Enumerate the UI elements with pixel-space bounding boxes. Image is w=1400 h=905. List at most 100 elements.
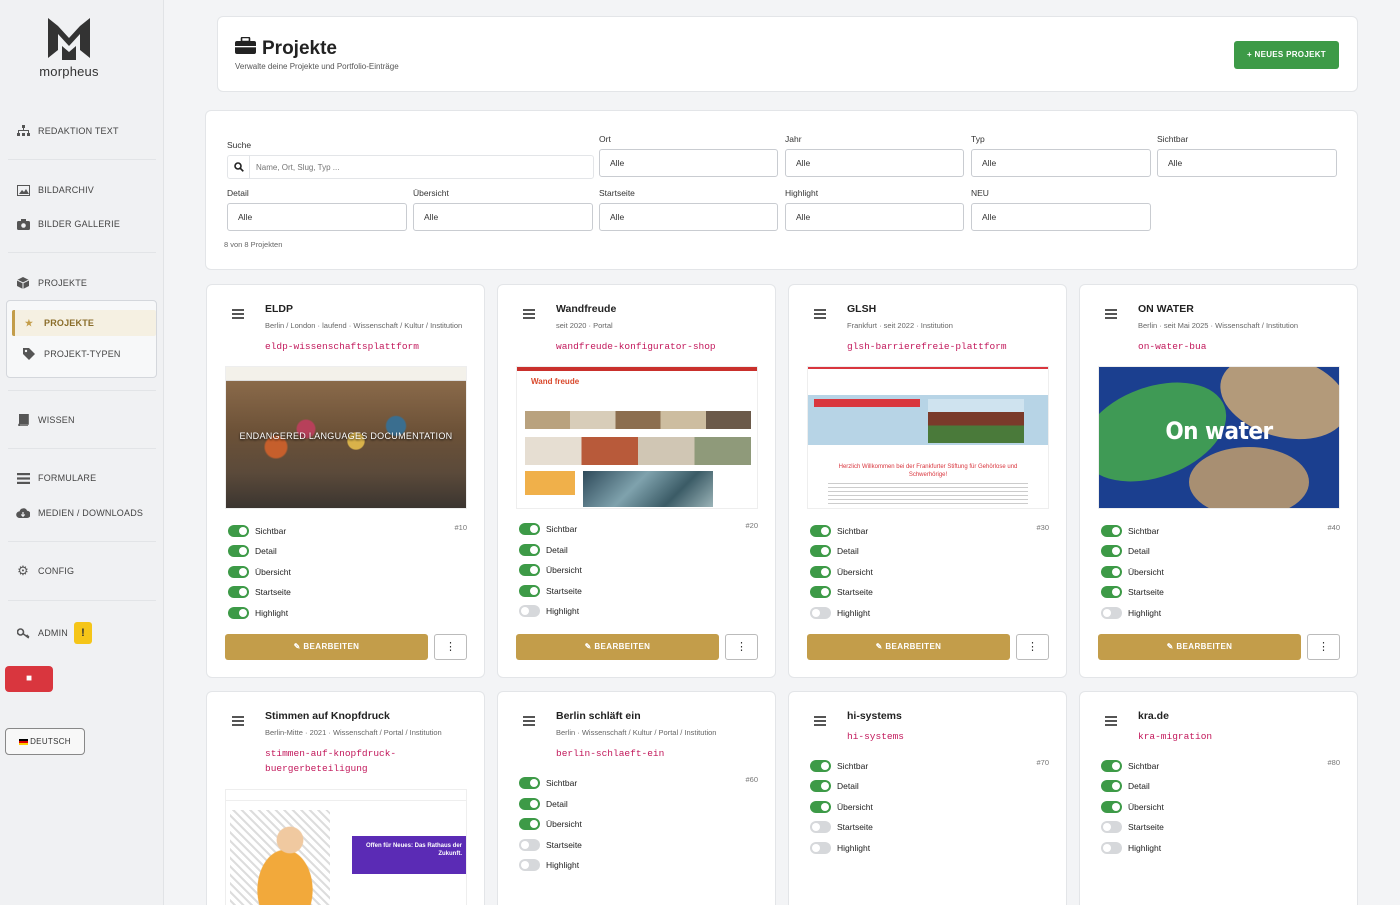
search-input[interactable] bbox=[256, 159, 556, 175]
toggle-switch[interactable] bbox=[519, 564, 540, 576]
toggle-switch[interactable] bbox=[1101, 566, 1122, 578]
drag-handle-icon[interactable] bbox=[1105, 309, 1117, 319]
toggle-switch[interactable] bbox=[1101, 842, 1122, 854]
toggle-switch[interactable] bbox=[519, 839, 540, 851]
drag-handle-icon[interactable] bbox=[814, 309, 826, 319]
drag-handle-icon[interactable] bbox=[523, 309, 535, 319]
toggle-switch[interactable] bbox=[519, 585, 540, 597]
toggle-switch[interactable] bbox=[810, 607, 831, 619]
toggle-detail[interactable]: Detail bbox=[519, 797, 568, 811]
project-thumbnail[interactable]: Wand freude bbox=[516, 366, 758, 509]
project-thumbnail[interactable]: Herzlich Willkommen bei der Frankfurter … bbox=[807, 366, 1049, 509]
edit-button[interactable]: ✎ BEARBEITEN bbox=[516, 634, 719, 660]
nav-bilder-gallerie[interactable]: BILDER GALLERIE bbox=[16, 214, 120, 234]
drag-handle-icon[interactable] bbox=[814, 716, 826, 726]
filter-startseite-select[interactable]: Alle bbox=[599, 203, 778, 231]
toggle-uebersicht[interactable]: Übersicht bbox=[1101, 800, 1164, 814]
edit-button[interactable]: ✎ BEARBEITEN bbox=[807, 634, 1010, 660]
drag-handle-icon[interactable] bbox=[232, 716, 244, 726]
toggle-uebersicht[interactable]: Übersicht bbox=[810, 565, 873, 579]
more-options-button[interactable]: ⋮ bbox=[725, 634, 758, 660]
toggle-switch[interactable] bbox=[1101, 801, 1122, 813]
toggle-sichtbar[interactable]: Sichtbar bbox=[519, 776, 577, 790]
toggle-switch[interactable] bbox=[810, 801, 831, 813]
filter-uebersicht-select[interactable]: Alle bbox=[413, 203, 593, 231]
toggle-highlight[interactable]: Highlight bbox=[519, 604, 579, 618]
project-thumbnail[interactable]: On water bbox=[1098, 366, 1340, 509]
toggle-uebersicht[interactable]: Übersicht bbox=[228, 565, 291, 579]
toggle-switch[interactable] bbox=[228, 586, 249, 598]
nav-projekte-group[interactable]: PROJEKTE bbox=[16, 273, 87, 293]
drag-handle-icon[interactable] bbox=[232, 309, 244, 319]
toggle-highlight[interactable]: Highlight bbox=[810, 606, 870, 620]
language-button[interactable]: DEUTSCH bbox=[5, 728, 85, 755]
nav-admin[interactable]: ADMIN bbox=[16, 623, 68, 643]
filter-detail-select[interactable]: Alle bbox=[227, 203, 407, 231]
toggle-highlight[interactable]: Highlight bbox=[228, 606, 288, 620]
toggle-switch[interactable] bbox=[519, 605, 540, 617]
brand-logo[interactable]: morpheus bbox=[38, 16, 100, 79]
toggle-highlight[interactable]: Highlight bbox=[1101, 606, 1161, 620]
logout-button[interactable]: ■ bbox=[5, 666, 53, 692]
drag-handle-icon[interactable] bbox=[523, 716, 535, 726]
more-options-button[interactable]: ⋮ bbox=[434, 634, 467, 660]
edit-button[interactable]: ✎ BEARBEITEN bbox=[1098, 634, 1301, 660]
nav-medien-downloads[interactable]: MEDIEN / DOWNLOADS bbox=[16, 503, 143, 523]
toggle-switch[interactable] bbox=[519, 818, 540, 830]
toggle-switch[interactable] bbox=[810, 842, 831, 854]
nav-bildarchiv[interactable]: BILDARCHIV bbox=[16, 180, 94, 200]
toggle-uebersicht[interactable]: Übersicht bbox=[1101, 565, 1164, 579]
filter-ort-select[interactable]: Alle bbox=[599, 149, 778, 177]
toggle-startseite[interactable]: Startseite bbox=[1101, 820, 1164, 834]
toggle-sichtbar[interactable]: Sichtbar bbox=[810, 759, 868, 773]
nav-formulare[interactable]: FORMULARE bbox=[16, 468, 96, 488]
nav-config[interactable]: ⚙ CONFIG bbox=[16, 561, 74, 581]
filter-highlight-select[interactable]: Alle bbox=[785, 203, 964, 231]
toggle-switch[interactable] bbox=[519, 523, 540, 535]
project-thumbnail[interactable]: ENDANGERED LANGUAGES DOCUMENTATION bbox=[225, 366, 467, 509]
toggle-switch[interactable] bbox=[519, 798, 540, 810]
more-options-button[interactable]: ⋮ bbox=[1016, 634, 1049, 660]
filter-typ-select[interactable]: Alle bbox=[971, 149, 1151, 177]
filter-neu-select[interactable]: Alle bbox=[971, 203, 1151, 231]
toggle-switch[interactable] bbox=[519, 777, 540, 789]
toggle-detail[interactable]: Detail bbox=[1101, 544, 1150, 558]
toggle-switch[interactable] bbox=[810, 525, 831, 537]
toggle-uebersicht[interactable]: Übersicht bbox=[810, 800, 873, 814]
toggle-switch[interactable] bbox=[810, 821, 831, 833]
toggle-switch[interactable] bbox=[1101, 525, 1122, 537]
nav-projekte[interactable]: ★ PROJEKTE bbox=[22, 313, 94, 333]
toggle-switch[interactable] bbox=[519, 859, 540, 871]
toggle-detail[interactable]: Detail bbox=[519, 543, 568, 557]
toggle-switch[interactable] bbox=[228, 545, 249, 557]
new-project-button[interactable]: + NEUES PROJEKT bbox=[1234, 41, 1339, 69]
toggle-sichtbar[interactable]: Sichtbar bbox=[519, 522, 577, 536]
toggle-startseite[interactable]: Startseite bbox=[810, 820, 873, 834]
toggle-detail[interactable]: Detail bbox=[1101, 779, 1150, 793]
toggle-highlight[interactable]: Highlight bbox=[519, 858, 579, 872]
toggle-switch[interactable] bbox=[1101, 821, 1122, 833]
toggle-startseite[interactable]: Startseite bbox=[810, 585, 873, 599]
toggle-uebersicht[interactable]: Übersicht bbox=[519, 817, 582, 831]
nav-projekt-typen[interactable]: PROJEKT-TYPEN bbox=[22, 344, 121, 364]
search-box[interactable] bbox=[227, 155, 594, 179]
toggle-sichtbar[interactable]: Sichtbar bbox=[1101, 759, 1159, 773]
toggle-switch[interactable] bbox=[228, 566, 249, 578]
toggle-sichtbar[interactable]: Sichtbar bbox=[810, 524, 868, 538]
toggle-startseite[interactable]: Startseite bbox=[519, 838, 582, 852]
toggle-startseite[interactable]: Startseite bbox=[519, 584, 582, 598]
toggle-switch[interactable] bbox=[1101, 545, 1122, 557]
drag-handle-icon[interactable] bbox=[1105, 716, 1117, 726]
toggle-switch[interactable] bbox=[810, 586, 831, 598]
toggle-startseite[interactable]: Startseite bbox=[228, 585, 291, 599]
project-thumbnail[interactable]: Offen für Neues: Das Rathaus der Zukunft… bbox=[225, 789, 467, 905]
toggle-highlight[interactable]: Highlight bbox=[1101, 841, 1161, 855]
toggle-switch[interactable] bbox=[810, 566, 831, 578]
toggle-switch[interactable] bbox=[1101, 760, 1122, 772]
toggle-switch[interactable] bbox=[1101, 780, 1122, 792]
toggle-sichtbar[interactable]: Sichtbar bbox=[1101, 524, 1159, 538]
more-options-button[interactable]: ⋮ bbox=[1307, 634, 1340, 660]
toggle-switch[interactable] bbox=[810, 780, 831, 792]
toggle-switch[interactable] bbox=[810, 545, 831, 557]
toggle-uebersicht[interactable]: Übersicht bbox=[519, 563, 582, 577]
